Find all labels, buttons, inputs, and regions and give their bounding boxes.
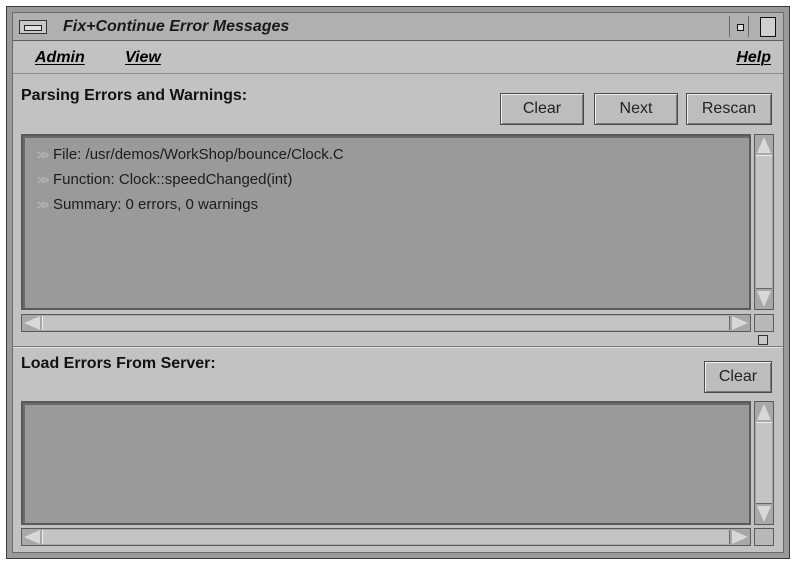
menu-view[interactable]: View <box>125 49 161 67</box>
scroll-up-icon[interactable] <box>757 404 771 420</box>
rescan-button[interactable]: Rescan <box>686 93 772 125</box>
parsing-horizontal-scrollbar[interactable] <box>21 314 751 332</box>
title-bar[interactable]: Fix+Continue Error Messages <box>13 13 783 41</box>
window-menu-icon[interactable] <box>19 20 47 34</box>
scroll-thumb[interactable] <box>756 155 772 289</box>
list-item-text: Function: Clock::speedChanged(int) <box>53 171 293 188</box>
parsing-vertical-scrollbar[interactable] <box>754 134 774 310</box>
scroll-right-icon[interactable] <box>732 316 748 330</box>
list-item-marker: >> <box>37 198 49 212</box>
menu-help[interactable]: Help <box>736 49 771 67</box>
list-item[interactable]: >> Summary: 0 errors, 0 warnings <box>37 196 258 213</box>
server-horizontal-scrollbar[interactable] <box>21 528 751 546</box>
window-body: Fix+Continue Error Messages Admin View H… <box>12 12 784 553</box>
scroll-left-icon[interactable] <box>24 316 40 330</box>
list-item[interactable]: >> Function: Clock::speedChanged(int) <box>37 171 292 188</box>
maximize-icon[interactable] <box>757 16 777 37</box>
scroll-up-icon[interactable] <box>757 137 771 153</box>
server-errors-label: Load Errors From Server: <box>21 355 216 372</box>
list-item-marker: >> <box>37 173 49 187</box>
pane-sash-handle[interactable] <box>758 335 768 345</box>
pane-divider[interactable] <box>13 346 783 348</box>
list-item-text: Summary: 0 errors, 0 warnings <box>53 196 259 213</box>
parsing-errors-label: Parsing Errors and Warnings: <box>21 87 248 104</box>
list-item[interactable]: >> File: /usr/demos/WorkShop/bounce/Clock… <box>37 146 344 163</box>
parsing-errors-list[interactable]: >> File: /usr/demos/WorkShop/bounce/Clock… <box>21 134 751 310</box>
minimize-icon[interactable] <box>729 16 749 37</box>
scroll-thumb[interactable] <box>756 422 772 504</box>
scroll-down-icon[interactable] <box>757 291 771 307</box>
scroll-thumb[interactable] <box>42 530 730 544</box>
server-clear-button[interactable]: Clear <box>704 361 772 393</box>
scroll-thumb[interactable] <box>42 316 730 330</box>
window-frame: Fix+Continue Error Messages Admin View H… <box>6 6 790 559</box>
server-errors-list[interactable] <box>21 401 751 525</box>
window-title: Fix+Continue Error Messages <box>63 18 290 35</box>
menu-bar: Admin View Help <box>13 42 783 74</box>
scroll-down-icon[interactable] <box>757 506 771 522</box>
menu-admin[interactable]: Admin <box>35 49 85 67</box>
list-item-text: File: /usr/demos/WorkShop/bounce/Clock.C <box>53 146 344 163</box>
scroll-corner <box>754 314 774 332</box>
server-vertical-scrollbar[interactable] <box>754 401 774 525</box>
scroll-right-icon[interactable] <box>732 530 748 544</box>
parsing-clear-button[interactable]: Clear <box>500 93 584 125</box>
scroll-corner <box>754 528 774 546</box>
list-item-marker: >> <box>37 148 49 162</box>
next-button[interactable]: Next <box>594 93 678 125</box>
scroll-left-icon[interactable] <box>24 530 40 544</box>
